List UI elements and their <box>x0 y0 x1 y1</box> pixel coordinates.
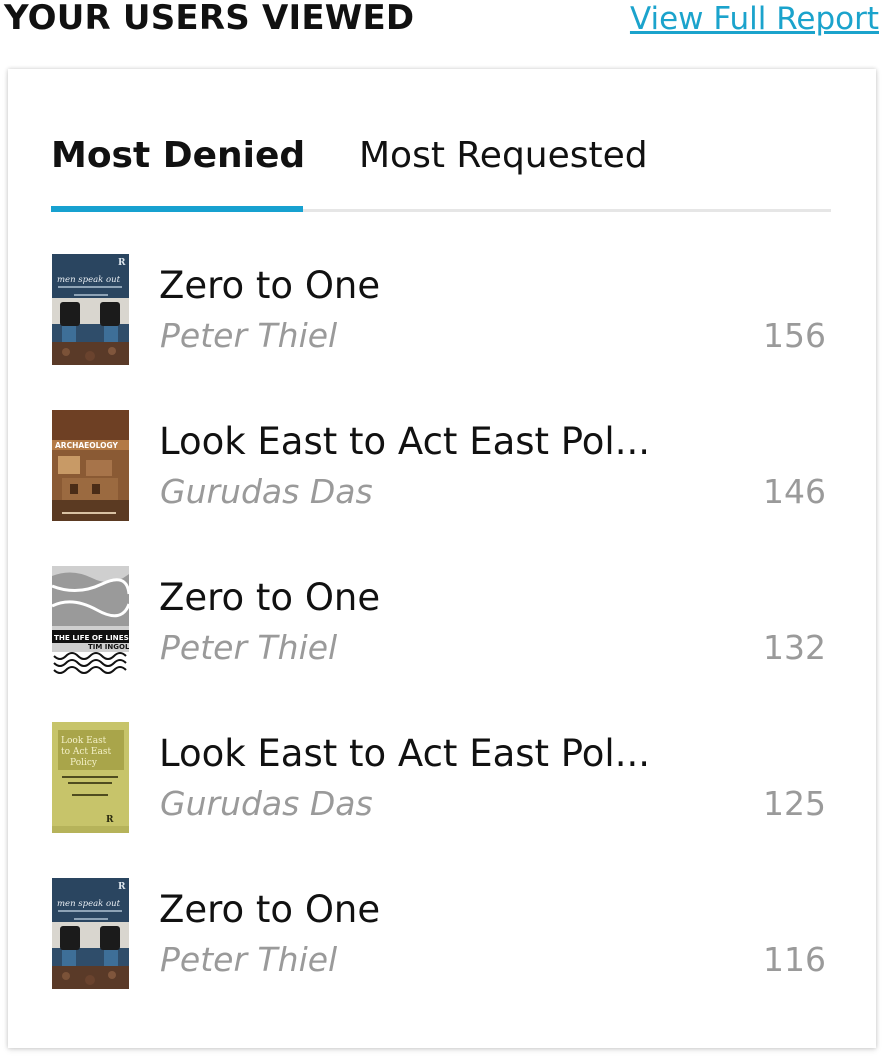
book-list: R men speak out Zero to One Peter Thiel … <box>52 252 832 1032</box>
cover-title-2: to Act East <box>61 747 111 757</box>
cover-title: men speak out <box>57 275 121 285</box>
tab-most-requested-label: Most Requested <box>359 135 648 176</box>
most-viewed-card: Most Denied Most Requested R men speak o… <box>8 69 876 1048</box>
cover-title-3: Policy <box>70 758 98 768</box>
cover-title: men speak out <box>57 899 121 909</box>
denied-count: 116 <box>763 940 826 979</box>
active-tab-indicator <box>51 206 303 212</box>
book-list-item[interactable]: Look East to Act East Policy R Look East… <box>52 720 832 876</box>
book-title: Zero to One <box>159 888 381 931</box>
book-title: Look East to Act East Pol... <box>159 420 650 463</box>
tab-most-denied-label: Most Denied <box>51 135 306 176</box>
book-list-item[interactable]: R men speak out Zero to One Peter Thiel … <box>52 252 832 408</box>
tab-most-requested[interactable]: Most Requested <box>359 127 679 209</box>
denied-count: 132 <box>763 628 826 667</box>
view-full-report-link[interactable]: View Full Report <box>630 0 879 38</box>
cover-title: ARCHAEOLOGY <box>55 441 119 450</box>
book-author: Peter Thiel <box>160 316 338 355</box>
publisher-mark: R <box>118 258 126 268</box>
book-cover-men-speak-out-icon: R men speak out <box>52 254 129 365</box>
cover-title: Look East <box>61 736 107 746</box>
book-cover-men-speak-out-icon: R men speak out <box>52 878 129 989</box>
cover-title: THE LIFE OF LINES <box>54 633 129 642</box>
book-cover-archaeology-icon: ARCHAEOLOGY <box>52 410 129 521</box>
book-author: Gurudas Das <box>160 784 373 823</box>
book-list-item[interactable]: THE LIFE OF LINES TIM INGOLD Zero to One… <box>52 564 832 720</box>
denied-count: 125 <box>763 784 826 823</box>
denied-count: 156 <box>763 316 826 355</box>
tab-bar: Most Denied Most Requested <box>51 127 831 212</box>
book-list-item[interactable]: R men speak out Zero to One Peter Thiel … <box>52 876 832 1032</box>
tab-most-denied[interactable]: Most Denied <box>51 127 306 212</box>
publisher-mark: R <box>118 882 126 892</box>
book-author: Gurudas Das <box>160 472 373 511</box>
book-title: Zero to One <box>159 576 381 619</box>
section-title: YOUR USERS VIEWED <box>4 0 415 38</box>
book-list-item[interactable]: ARCHAEOLOGY Look East to Act East Pol...… <box>52 408 832 564</box>
book-cover-look-east-icon: Look East to Act East Policy R <box>52 722 129 833</box>
book-cover-life-of-lines-icon: THE LIFE OF LINES TIM INGOLD <box>52 566 129 677</box>
publisher-mark: R <box>106 815 114 825</box>
book-author: Peter Thiel <box>160 940 338 979</box>
cover-author: TIM INGOLD <box>88 643 129 651</box>
book-title: Zero to One <box>159 264 381 307</box>
users-viewed-widget: YOUR USERS VIEWED View Full Report Most … <box>0 0 891 1062</box>
book-author: Peter Thiel <box>160 628 338 667</box>
book-title: Look East to Act East Pol... <box>159 732 650 775</box>
denied-count: 146 <box>763 472 826 511</box>
